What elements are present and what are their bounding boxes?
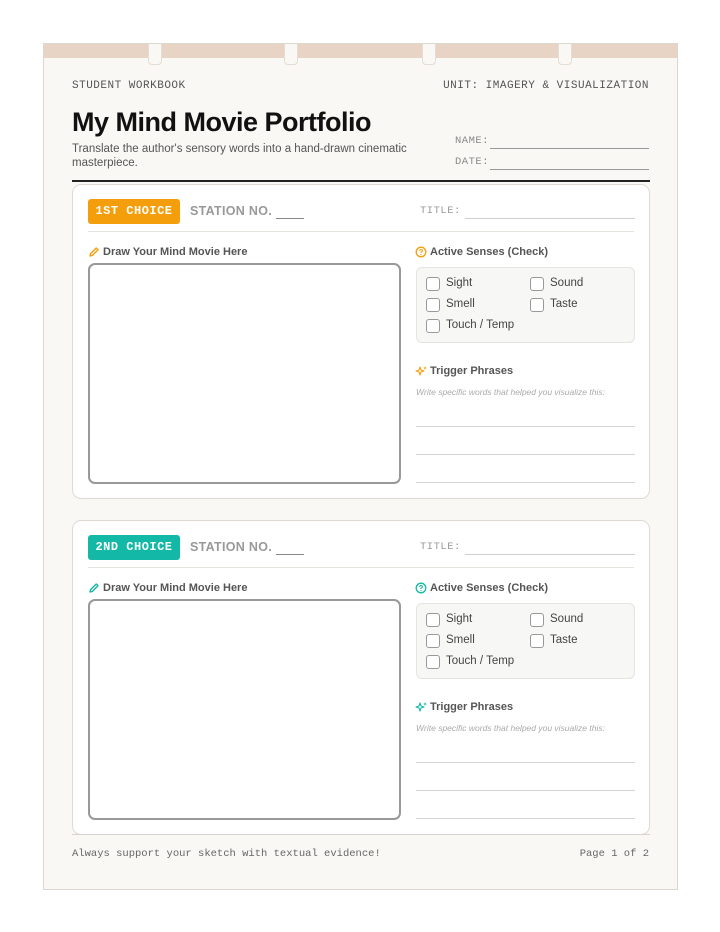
date-line[interactable] (490, 169, 649, 170)
checkbox[interactable] (426, 277, 440, 291)
pencil-icon (89, 247, 99, 257)
header-divider (72, 180, 650, 182)
footer-divider (72, 834, 650, 835)
question-circle-icon (415, 246, 427, 258)
checkbox[interactable] (530, 634, 544, 648)
binder-tab (422, 44, 436, 65)
title-input-line[interactable] (465, 554, 635, 555)
checkbox[interactable] (426, 298, 440, 312)
choice-badge: 1ST CHOICE (88, 199, 180, 224)
draw-label: Draw Your Mind Movie Here (89, 582, 247, 594)
station-label: STATION NO. (190, 540, 272, 554)
choice-card-1: 1ST CHOICE STATION NO. TITLE: Draw Your … (72, 184, 650, 499)
station-input-line[interactable] (276, 218, 304, 219)
trigger-hint: Write specific words that helped you vis… (416, 723, 605, 733)
choice-card-2: 2ND CHOICE STATION NO. TITLE: Draw Your … (72, 520, 650, 835)
title-label: TITLE: (420, 541, 461, 553)
card-divider (88, 231, 634, 232)
drawing-area[interactable] (88, 263, 401, 484)
sparkle-icon (415, 702, 427, 712)
date-field[interactable]: DATE: (455, 154, 649, 170)
senses-checklist: Sight Sound Smell Taste Touch / Temp (416, 267, 635, 343)
checkbox[interactable] (530, 298, 544, 312)
writing-line[interactable] (416, 818, 635, 819)
title-label: TITLE: (420, 205, 461, 217)
binder-tab (148, 44, 162, 65)
title-input-line[interactable] (465, 218, 635, 219)
drawing-area[interactable] (88, 599, 401, 820)
workbook-label: STUDENT WORKBOOK (72, 80, 186, 92)
name-line[interactable] (490, 148, 649, 149)
station-label: STATION NO. (190, 204, 272, 218)
unit-label: UNIT: IMAGERY & VISUALIZATION (443, 80, 649, 92)
writing-line[interactable] (416, 482, 635, 483)
senses-label: Active Senses (Check) (415, 582, 548, 594)
footer-note: Always support your sketch with textual … (72, 848, 381, 860)
pencil-icon (89, 583, 99, 593)
checkbox[interactable] (530, 277, 544, 291)
name-label: NAME: (455, 135, 490, 147)
name-field[interactable]: NAME: (455, 133, 649, 149)
page-number: Page 1 of 2 (579, 848, 649, 860)
card-divider (88, 567, 634, 568)
writing-line[interactable] (416, 790, 635, 791)
checkbox[interactable] (426, 319, 440, 333)
binder-tab (558, 44, 572, 65)
checkbox[interactable] (426, 613, 440, 627)
worksheet-page: STUDENT WORKBOOK UNIT: IMAGERY & VISUALI… (43, 43, 678, 890)
trigger-hint: Write specific words that helped you vis… (416, 387, 605, 397)
trigger-label: Trigger Phrases (415, 701, 513, 713)
binder-band (44, 44, 677, 58)
page-subtitle: Translate the author's sensory words int… (72, 143, 407, 169)
checkbox[interactable] (426, 655, 440, 669)
sparkle-icon (415, 366, 427, 376)
trigger-label: Trigger Phrases (415, 365, 513, 377)
writing-line[interactable] (416, 426, 635, 427)
choice-badge: 2ND CHOICE (88, 535, 180, 560)
binder-tab (284, 44, 298, 65)
date-label: DATE: (455, 156, 490, 168)
writing-line[interactable] (416, 454, 635, 455)
question-circle-icon (415, 582, 427, 594)
checkbox[interactable] (426, 634, 440, 648)
checkbox[interactable] (530, 613, 544, 627)
writing-line[interactable] (416, 762, 635, 763)
draw-label: Draw Your Mind Movie Here (89, 246, 247, 258)
station-input-line[interactable] (276, 554, 304, 555)
senses-checklist: Sight Sound Smell Taste Touch / Temp (416, 603, 635, 679)
page-title: My Mind Movie Portfolio (72, 107, 372, 137)
senses-label: Active Senses (Check) (415, 246, 548, 258)
